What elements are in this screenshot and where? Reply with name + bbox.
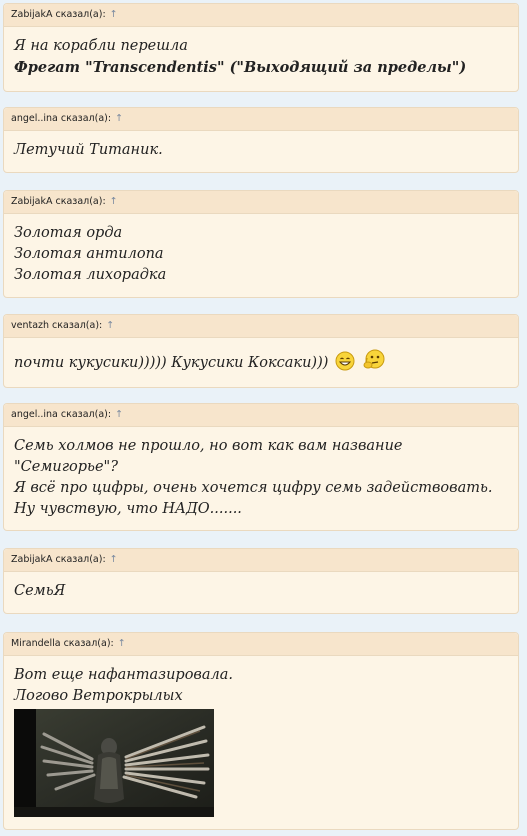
go-to-post-arrow-icon[interactable]: ↑: [115, 409, 123, 420]
quote-body: Вот еще нафантазировала. Логово Ветрокры…: [4, 656, 518, 817]
quote-header: ZabijakA сказал(а): ↑: [4, 4, 518, 27]
grin-smiley-icon: [335, 351, 355, 378]
quote-line: СемьЯ: [14, 583, 66, 599]
quote-header: ventazh сказал(а): ↑: [4, 315, 518, 338]
quote-author: Mirandella сказал(а):: [11, 638, 114, 649]
quote-body: почти кукусики))))) Кукусики Коксаки))): [4, 338, 518, 378]
quote-line: Логово Ветрокрылых: [14, 688, 183, 704]
quote-line: Вот еще нафантазировала.: [14, 667, 233, 683]
quote-line: Я всё про цифры, очень хочется цифру сем…: [14, 480, 493, 517]
quote-block: Mirandella сказал(а): ↑ Вот еще нафантази…: [3, 632, 519, 830]
quote-body: Я на корабли перешла Фрегат "Transcenden…: [4, 27, 518, 78]
quote-line: Летучий Титаник.: [14, 142, 163, 158]
go-to-post-arrow-icon[interactable]: ↑: [118, 638, 126, 649]
go-to-post-arrow-icon[interactable]: ↑: [110, 9, 118, 20]
quote-block: ventazh сказал(а): ↑ почти кукусики))))) …: [3, 314, 519, 388]
quote-text: почти кукусики))))) Кукусики Коксаки))): [14, 355, 329, 371]
quote-line: Семь холмов не прошло, но вот как вам на…: [14, 438, 403, 475]
quote-line: Золотая лихорадка: [14, 267, 167, 283]
quote-author: ZabijakA сказал(а):: [11, 196, 106, 207]
go-to-post-arrow-icon[interactable]: ↑: [110, 196, 118, 207]
quote-author: ZabijakA сказал(а):: [11, 9, 106, 20]
quote-header: ZabijakA сказал(а): ↑: [4, 549, 518, 572]
quote-author: ZabijakA сказал(а):: [11, 554, 106, 565]
quote-line: Я на корабли перешла: [14, 38, 188, 54]
quote-header: angel..ina сказал(а): ↑: [4, 108, 518, 131]
go-to-post-arrow-icon[interactable]: ↑: [115, 113, 123, 124]
quote-block: angel..ina сказал(а): ↑ Семь холмов не пр…: [3, 403, 519, 531]
quote-line: Золотая орда: [14, 225, 123, 241]
quote-author: angel..ina сказал(а):: [11, 409, 112, 420]
quote-line: Фрегат "Transcendentis" ("Выходящий за п…: [14, 59, 467, 76]
go-to-post-arrow-icon[interactable]: ↑: [106, 320, 114, 331]
quote-author: angel..ina сказал(а):: [11, 113, 112, 124]
quote-block: ZabijakA сказал(а): ↑ СемьЯ: [3, 548, 519, 614]
quote-header: ZabijakA сказал(а): ↑: [4, 191, 518, 214]
quote-block: angel..ina сказал(а): ↑ Летучий Титаник.: [3, 107, 519, 173]
quote-body: Летучий Титаник.: [4, 131, 518, 161]
quote-line: почти кукусики))))) Кукусики Коксаки))): [14, 349, 508, 378]
quote-author: ventazh сказал(а):: [11, 320, 103, 331]
quote-header: angel..ina сказал(а): ↑: [4, 404, 518, 427]
quote-header: Mirandella сказал(а): ↑: [4, 633, 518, 656]
quote-line: Золотая антилопа: [14, 246, 164, 262]
quote-block: ZabijakA сказал(а): ↑ Я на корабли перешл…: [3, 3, 519, 92]
go-to-post-arrow-icon[interactable]: ↑: [110, 554, 118, 565]
quote-body: СемьЯ: [4, 572, 518, 602]
thinking-smiley-icon: [362, 349, 386, 378]
quote-body: Семь холмов не прошло, но вот как вам на…: [4, 427, 518, 520]
winged-figure-image[interactable]: [14, 709, 214, 817]
quote-body: Золотая орда Золотая антилопа Золотая ли…: [4, 214, 518, 286]
quote-block: ZabijakA сказал(а): ↑ Золотая орда Золота…: [3, 190, 519, 298]
